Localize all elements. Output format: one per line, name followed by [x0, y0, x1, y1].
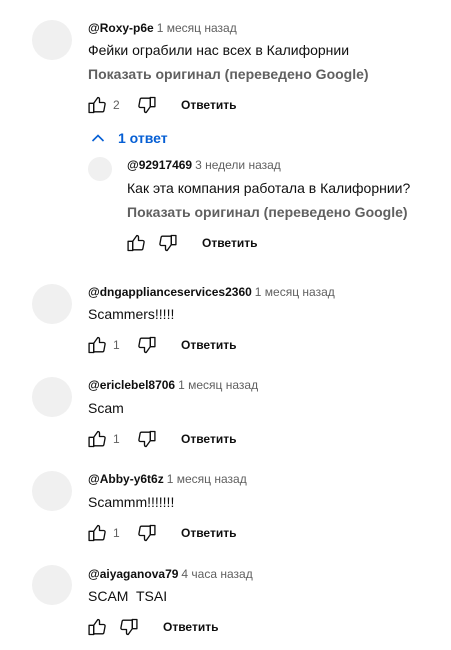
dislike-icon[interactable]: [135, 93, 159, 117]
reply-button[interactable]: Ответить: [181, 526, 236, 540]
like-count: 2: [113, 98, 120, 112]
dislike-icon[interactable]: [135, 333, 159, 357]
show-original-link[interactable]: Показать оригинал (переведено Google): [88, 64, 369, 84]
reply-button[interactable]: Ответить: [181, 98, 236, 112]
comment-author[interactable]: @Abby-y6t6z: [88, 472, 164, 486]
comment-author[interactable]: @Roxy-p6e: [88, 21, 154, 35]
comment-author[interactable]: @aiyaganova79: [88, 567, 178, 581]
avatar[interactable]: [32, 20, 72, 60]
comment-time[interactable]: 4 часа назад: [181, 567, 252, 581]
comment-time[interactable]: 1 месяц назад: [255, 285, 335, 299]
comment-time[interactable]: 3 недели назад: [195, 158, 281, 172]
comment-text: Scammers!!!!!: [88, 306, 175, 322]
show-original-link[interactable]: Показать оригинал (переведено Google): [127, 202, 408, 222]
comment-text: Scam: [88, 400, 124, 416]
reply-button[interactable]: Ответить: [202, 236, 257, 250]
chevron-up-icon: [91, 134, 105, 142]
like-count: 1: [113, 432, 120, 446]
avatar[interactable]: [32, 284, 72, 324]
comment-time[interactable]: 1 месяц назад: [167, 472, 247, 486]
avatar[interactable]: [32, 377, 72, 417]
replies-toggle[interactable]: 1 ответ: [90, 128, 168, 148]
like-icon[interactable]: [85, 427, 109, 451]
like-icon[interactable]: [85, 93, 109, 117]
comment-time[interactable]: 1 месяц назад: [178, 378, 258, 392]
reply-button[interactable]: Ответить: [163, 620, 218, 634]
comment-time[interactable]: 1 месяц назад: [157, 21, 237, 35]
comment-text: Как эта компания работала в Калифорнии?: [127, 180, 411, 196]
avatar[interactable]: [32, 565, 72, 605]
dislike-icon[interactable]: [135, 521, 159, 545]
comment-text: Scammm!!!!!!!: [88, 494, 175, 510]
avatar[interactable]: [32, 471, 72, 511]
dislike-icon[interactable]: [117, 615, 141, 639]
dislike-icon[interactable]: [135, 427, 159, 451]
comment-author[interactable]: @ericlebel8706: [88, 378, 175, 392]
like-icon[interactable]: [85, 333, 109, 357]
dislike-icon[interactable]: [156, 231, 180, 255]
comment-author[interactable]: @92917469: [127, 158, 192, 172]
like-icon[interactable]: [124, 231, 148, 255]
like-count: 1: [113, 526, 120, 540]
comment-author[interactable]: @dngapplianceservices2360: [88, 285, 252, 299]
like-icon[interactable]: [85, 521, 109, 545]
like-count: 1: [113, 338, 120, 352]
replies-toggle-label: 1 ответ: [118, 130, 168, 146]
reply-button[interactable]: Ответить: [181, 432, 236, 446]
avatar[interactable]: [88, 157, 112, 181]
like-icon[interactable]: [85, 615, 109, 639]
comment-text: SCAM TSAI: [88, 588, 168, 604]
comment-text: Фейки ограбили нас всех в Калифорнии: [88, 42, 350, 58]
reply-button[interactable]: Ответить: [181, 338, 236, 352]
